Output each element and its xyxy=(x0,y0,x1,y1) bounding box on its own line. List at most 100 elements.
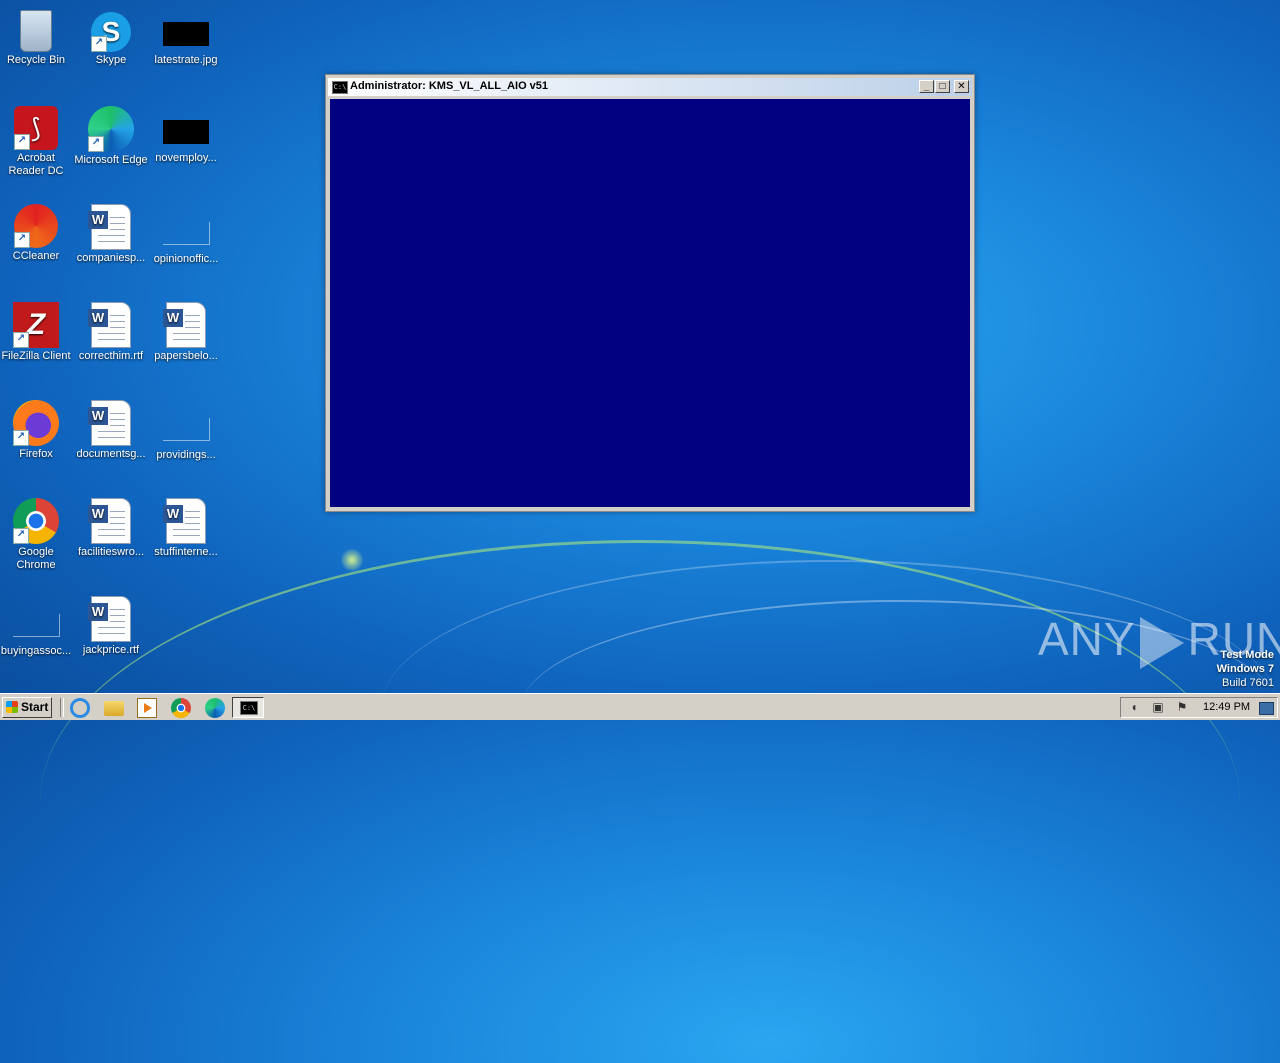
desktop-icon-acrobat[interactable]: ⟆ ↗ Acrobat Reader DC xyxy=(0,102,74,178)
word-document-icon: W xyxy=(88,204,131,250)
maximize-button[interactable]: □ xyxy=(935,80,950,93)
desktop-icon-jackprice[interactable]: W jackprice.rtf xyxy=(73,592,149,657)
desktop-icon-latestrate[interactable]: latestrate.jpg xyxy=(148,4,224,67)
desktop-icon-novemploy[interactable]: novemploy... xyxy=(148,102,224,165)
test-mode-notice: Test Mode Windows 7 Build 7601 xyxy=(1217,648,1274,690)
start-button[interactable]: Start xyxy=(2,697,52,718)
word-document-icon: W xyxy=(88,400,131,446)
desktop-icon-label: buyingassoc... xyxy=(0,645,72,657)
desktop-icon-label: FileZilla Client xyxy=(1,350,71,362)
desktop-icon-label: papersbelo... xyxy=(154,350,218,362)
wallpaper-glow xyxy=(340,548,364,572)
desktop-icon-filezilla[interactable]: Z ↗ FileZilla Client xyxy=(0,298,74,363)
desktop-icon-documentsg[interactable]: W documentsg... xyxy=(73,396,149,461)
filezilla-icon: Z ↗ xyxy=(13,302,59,348)
network-icon[interactable]: ▣ xyxy=(1151,701,1165,714)
word-document-icon: W xyxy=(163,498,206,544)
taskbar-separator xyxy=(60,698,64,717)
taskbar-cmd-button[interactable]: C:\ xyxy=(232,697,264,718)
shortcut-arrow-icon: ↗ xyxy=(14,134,30,150)
desktop-icon-providings[interactable]: providings... xyxy=(148,396,224,462)
chrome-icon[interactable] xyxy=(171,698,191,718)
window-titlebar[interactable]: C:\ Administrator: KMS_VL_ALL_AIO v51 _ … xyxy=(328,78,972,96)
shortcut-arrow-icon: ↗ xyxy=(91,36,107,52)
desktop-icon-label: CCleaner xyxy=(12,250,60,262)
minimize-button[interactable]: _ xyxy=(919,80,934,93)
show-desktop-icon[interactable] xyxy=(1259,702,1274,715)
system-tray: ◖ ▣ ⚑ 12:49 PM xyxy=(1120,697,1278,718)
desktop-icon-label: Microsoft Edge xyxy=(74,154,148,166)
desktop-icon-label: correcthim.rtf xyxy=(78,350,144,362)
desktop-icon-label: Skype xyxy=(95,54,127,66)
desktop-icon-skype[interactable]: S ↗ Skype xyxy=(73,4,149,67)
desktop-icon-label: Recycle Bin xyxy=(6,54,66,66)
desktop-icon-label: latestrate.jpg xyxy=(154,54,218,66)
ccleaner-icon: ↗ xyxy=(14,204,58,248)
skype-icon: S ↗ xyxy=(91,12,131,52)
desktop-icon-label: facilitieswro... xyxy=(77,546,145,558)
shortcut-arrow-icon: ↗ xyxy=(14,232,30,248)
close-button[interactable]: ✕ xyxy=(954,80,969,93)
file-icon xyxy=(12,614,60,637)
flag-icon[interactable]: ⚑ xyxy=(1175,701,1189,714)
folder-icon[interactable] xyxy=(104,701,124,716)
desktop-icon-ccleaner[interactable]: ↗ CCleaner xyxy=(0,200,74,263)
word-document-icon: W xyxy=(163,302,206,348)
desktop-icon-label: providings... xyxy=(156,449,216,461)
desktop-icon-label: Acrobat Reader DC xyxy=(8,152,64,177)
image-file-icon xyxy=(163,22,209,46)
start-label: Start xyxy=(21,700,49,714)
file-icon xyxy=(162,222,210,245)
console-output-area[interactable] xyxy=(330,99,970,507)
watermark-brand-left: ANY xyxy=(1038,613,1136,665)
desktop-icon-recycle-bin[interactable]: Recycle Bin xyxy=(0,4,74,67)
desktop-icon-stuffinterne[interactable]: W stuffinterne... xyxy=(148,494,224,559)
desktop-icon-firefox[interactable]: ↗ Firefox xyxy=(0,396,74,461)
internet-explorer-icon[interactable] xyxy=(70,698,90,718)
desktop-icon-label: stuffinterne... xyxy=(154,546,218,558)
desktop-icon-companiesp[interactable]: W companiesp... xyxy=(73,200,149,265)
firefox-icon: ↗ xyxy=(13,400,59,446)
windows-version-line: Windows 7 xyxy=(1216,663,1274,675)
recycle-bin-icon xyxy=(20,10,52,52)
build-line: Build 7601 xyxy=(1222,677,1274,689)
desktop-icon-label: Google Chrome xyxy=(16,546,56,571)
edge-icon[interactable] xyxy=(205,698,225,718)
desktop-icon-label: opinionoffic... xyxy=(153,253,219,265)
image-file-icon xyxy=(163,120,209,144)
desktop-icon-label: companiesp... xyxy=(76,252,146,264)
media-player-icon[interactable] xyxy=(137,698,157,718)
clock[interactable]: 12:49 PM xyxy=(1203,701,1250,713)
cmd-icon: C:\ xyxy=(332,81,348,94)
window-title: Administrator: KMS_VL_ALL_AIO v51 xyxy=(350,80,549,92)
speaker-icon[interactable]: ◖ xyxy=(1127,701,1141,714)
desktop-icon-label: documentsg... xyxy=(76,448,146,460)
acrobat-icon: ⟆ ↗ xyxy=(14,106,58,150)
word-document-icon: W xyxy=(88,302,131,348)
desktop-icon-correcthim[interactable]: W correcthim.rtf xyxy=(73,298,149,363)
desktop-icon-buyingassoc[interactable]: buyingassoc... xyxy=(0,592,74,658)
shortcut-arrow-icon: ↗ xyxy=(13,528,29,544)
test-mode-line: Test Mode xyxy=(1220,649,1274,661)
shortcut-arrow-icon: ↗ xyxy=(88,136,104,152)
word-document-icon: W xyxy=(88,498,131,544)
desktop-icon-edge[interactable]: ↗ Microsoft Edge xyxy=(73,102,149,167)
file-icon xyxy=(162,418,210,441)
cmd-icon: C:\ xyxy=(240,701,258,715)
play-icon xyxy=(1139,616,1184,669)
desktop-icon-label: Firefox xyxy=(19,448,53,460)
shortcut-arrow-icon: ↗ xyxy=(13,332,29,348)
taskbar: Start C:\ ◖ ▣ ⚑ 12:49 PM xyxy=(0,693,1280,720)
edge-icon: ↗ xyxy=(88,106,134,152)
desktop-icon-facilitieswro[interactable]: W facilitieswro... xyxy=(73,494,149,559)
desktop-icon-label: jackprice.rtf xyxy=(82,644,140,656)
chrome-icon: ↗ xyxy=(13,498,59,544)
desktop-icon-label: novemploy... xyxy=(155,152,217,164)
console-window[interactable]: C:\ Administrator: KMS_VL_ALL_AIO v51 _ … xyxy=(325,74,975,512)
word-document-icon: W xyxy=(88,596,131,642)
shortcut-arrow-icon: ↗ xyxy=(13,430,29,446)
desktop-icon-chrome[interactable]: ↗ Google Chrome xyxy=(0,494,74,572)
windows-logo-icon xyxy=(6,701,18,713)
desktop-icon-opinionoffic[interactable]: opinionoffic... xyxy=(148,200,224,266)
desktop-icon-papersbelo[interactable]: W papersbelo... xyxy=(148,298,224,363)
